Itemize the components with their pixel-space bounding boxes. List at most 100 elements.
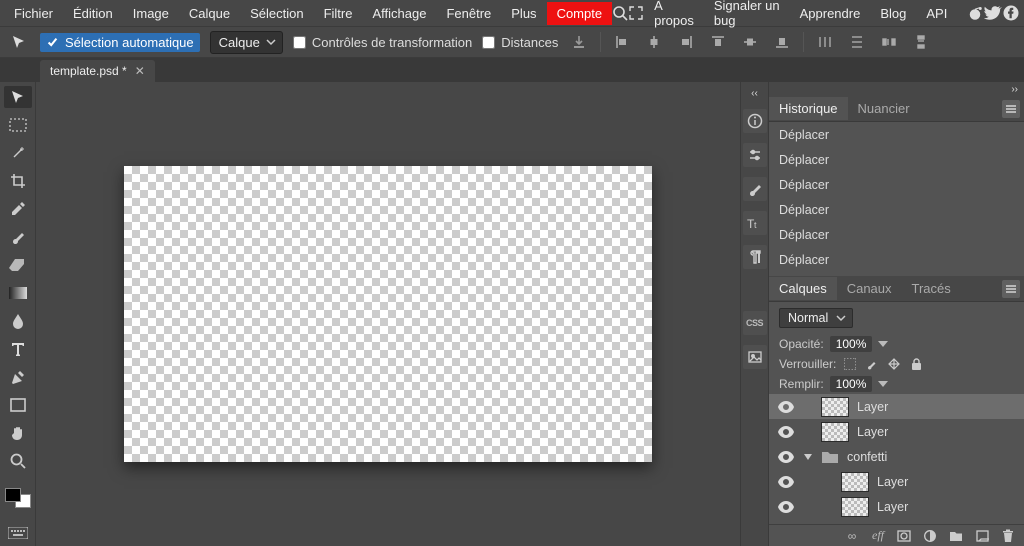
hand-tool[interactable]	[4, 422, 32, 444]
layer-name[interactable]: Layer	[877, 475, 908, 489]
adjustments-panel-icon[interactable]	[743, 143, 767, 167]
eyedropper-tool[interactable]	[4, 198, 32, 220]
history-item[interactable]: Déplacer	[769, 222, 1024, 247]
twitter-icon[interactable]	[984, 2, 1002, 24]
tab-history[interactable]: Historique	[769, 97, 848, 120]
menu-file[interactable]: Fichier	[4, 2, 63, 25]
opacity-input[interactable]: 100%	[830, 336, 873, 352]
menu-view[interactable]: Affichage	[362, 2, 436, 25]
facebook-icon[interactable]	[1002, 2, 1020, 24]
align-top-icon[interactable]	[707, 31, 729, 53]
visibility-icon[interactable]	[777, 426, 795, 438]
menu-filter[interactable]: Filtre	[314, 2, 363, 25]
delete-layer-icon[interactable]	[1000, 528, 1016, 544]
character-panel-icon[interactable]: Tt	[743, 211, 767, 235]
align-center-v-icon[interactable]	[739, 31, 761, 53]
menu-edit[interactable]: Édition	[63, 2, 123, 25]
layer-row[interactable]: Layer	[769, 494, 1024, 519]
distribute-v-icon[interactable]	[846, 31, 868, 53]
layer-thumbnail[interactable]	[841, 497, 869, 517]
fill-input[interactable]: 100%	[830, 376, 873, 392]
paragraph-panel-icon[interactable]	[743, 245, 767, 269]
menu-more[interactable]: Plus	[501, 2, 546, 25]
layer-thumbnail[interactable]	[841, 472, 869, 492]
distribute-spacing-h-icon[interactable]	[878, 31, 900, 53]
document-tab[interactable]: template.psd * ✕	[40, 60, 155, 82]
opacity-slider-icon[interactable]	[878, 341, 888, 347]
fullscreen-icon[interactable]	[628, 2, 644, 24]
move-tool[interactable]	[4, 86, 32, 108]
menu-api[interactable]: API	[916, 2, 957, 25]
menu-layer[interactable]: Calque	[179, 2, 240, 25]
history-item[interactable]: Déplacer	[769, 122, 1024, 147]
transform-controls-checkbox[interactable]: Contrôles de transformation	[293, 35, 472, 50]
layer-name[interactable]: Layer	[877, 500, 908, 514]
lock-position-icon[interactable]	[886, 356, 902, 372]
distribute-spacing-v-icon[interactable]	[910, 31, 932, 53]
align-bottom-icon[interactable]	[771, 31, 793, 53]
distances-checkbox[interactable]: Distances	[482, 35, 558, 50]
tab-swatches[interactable]: Nuancier	[848, 97, 920, 120]
layer-thumbnail[interactable]	[821, 397, 849, 417]
blur-tool[interactable]	[4, 310, 32, 332]
new-layer-icon[interactable]	[974, 528, 990, 544]
shape-tool[interactable]	[4, 394, 32, 416]
group-toggle-icon[interactable]	[803, 453, 813, 461]
history-item[interactable]: Déplacer	[769, 147, 1024, 172]
layer-name[interactable]: Layer	[857, 400, 888, 414]
info-panel-icon[interactable]	[743, 109, 767, 133]
menu-image[interactable]: Image	[123, 2, 179, 25]
image-panel-icon[interactable]	[743, 345, 767, 369]
layer-row[interactable]: Layer	[769, 469, 1024, 494]
layer-group-name[interactable]: confetti	[847, 450, 887, 464]
type-tool[interactable]	[4, 338, 32, 360]
adjustment-layer-icon[interactable]	[922, 528, 938, 544]
history-item[interactable]: Déplacer	[769, 247, 1024, 272]
visibility-icon[interactable]	[777, 501, 795, 513]
marquee-tool[interactable]	[4, 114, 32, 136]
brush-tool[interactable]	[4, 226, 32, 248]
visibility-icon[interactable]	[777, 401, 795, 413]
wand-tool[interactable]	[4, 142, 32, 164]
zoom-tool[interactable]	[4, 450, 32, 472]
auto-select-mode-dropdown[interactable]: Calque	[210, 31, 283, 54]
brush-panel-icon[interactable]	[743, 177, 767, 201]
crop-tool[interactable]	[4, 170, 32, 192]
reddit-icon[interactable]	[966, 2, 984, 24]
link-layers-icon[interactable]: ∞	[844, 528, 860, 544]
layers-panel-menu-icon[interactable]	[1002, 280, 1020, 298]
tab-paths[interactable]: Tracés	[902, 277, 961, 300]
align-right-icon[interactable]	[675, 31, 697, 53]
menu-account[interactable]: Compte	[547, 2, 613, 25]
keyboard-icon[interactable]	[4, 522, 32, 544]
canvas-area[interactable]	[36, 82, 740, 546]
layer-row[interactable]: Layer	[769, 394, 1024, 419]
add-mask-icon[interactable]	[896, 528, 912, 544]
history-item[interactable]: Déplacer	[769, 172, 1024, 197]
layer-fx-icon[interactable]: eff	[870, 528, 886, 544]
visibility-icon[interactable]	[777, 451, 795, 463]
css-panel-icon[interactable]: CSS	[743, 311, 767, 335]
align-left-icon[interactable]	[611, 31, 633, 53]
menu-window[interactable]: Fenêtre	[436, 2, 501, 25]
fill-slider-icon[interactable]	[878, 381, 888, 387]
new-group-icon[interactable]	[948, 528, 964, 544]
download-icon[interactable]	[568, 31, 590, 53]
lock-paint-icon[interactable]	[864, 356, 880, 372]
layer-group-row[interactable]: confetti	[769, 444, 1024, 469]
visibility-icon[interactable]	[777, 476, 795, 488]
pen-tool[interactable]	[4, 366, 32, 388]
close-tab-icon[interactable]: ✕	[135, 64, 145, 78]
lock-pixels-icon[interactable]	[842, 356, 858, 372]
tab-channels[interactable]: Canaux	[837, 277, 902, 300]
align-center-h-icon[interactable]	[643, 31, 665, 53]
lock-all-icon[interactable]	[908, 356, 924, 372]
menu-bug[interactable]: Signaler un bug	[704, 0, 790, 32]
artboard[interactable]	[124, 166, 652, 462]
distribute-h-icon[interactable]	[814, 31, 836, 53]
gradient-tool[interactable]	[4, 282, 32, 304]
layer-thumbnail[interactable]	[821, 422, 849, 442]
foreground-color-swatch[interactable]	[5, 488, 21, 502]
auto-select-checkbox[interactable]: Sélection automatique	[40, 33, 200, 52]
search-icon[interactable]	[612, 2, 628, 24]
